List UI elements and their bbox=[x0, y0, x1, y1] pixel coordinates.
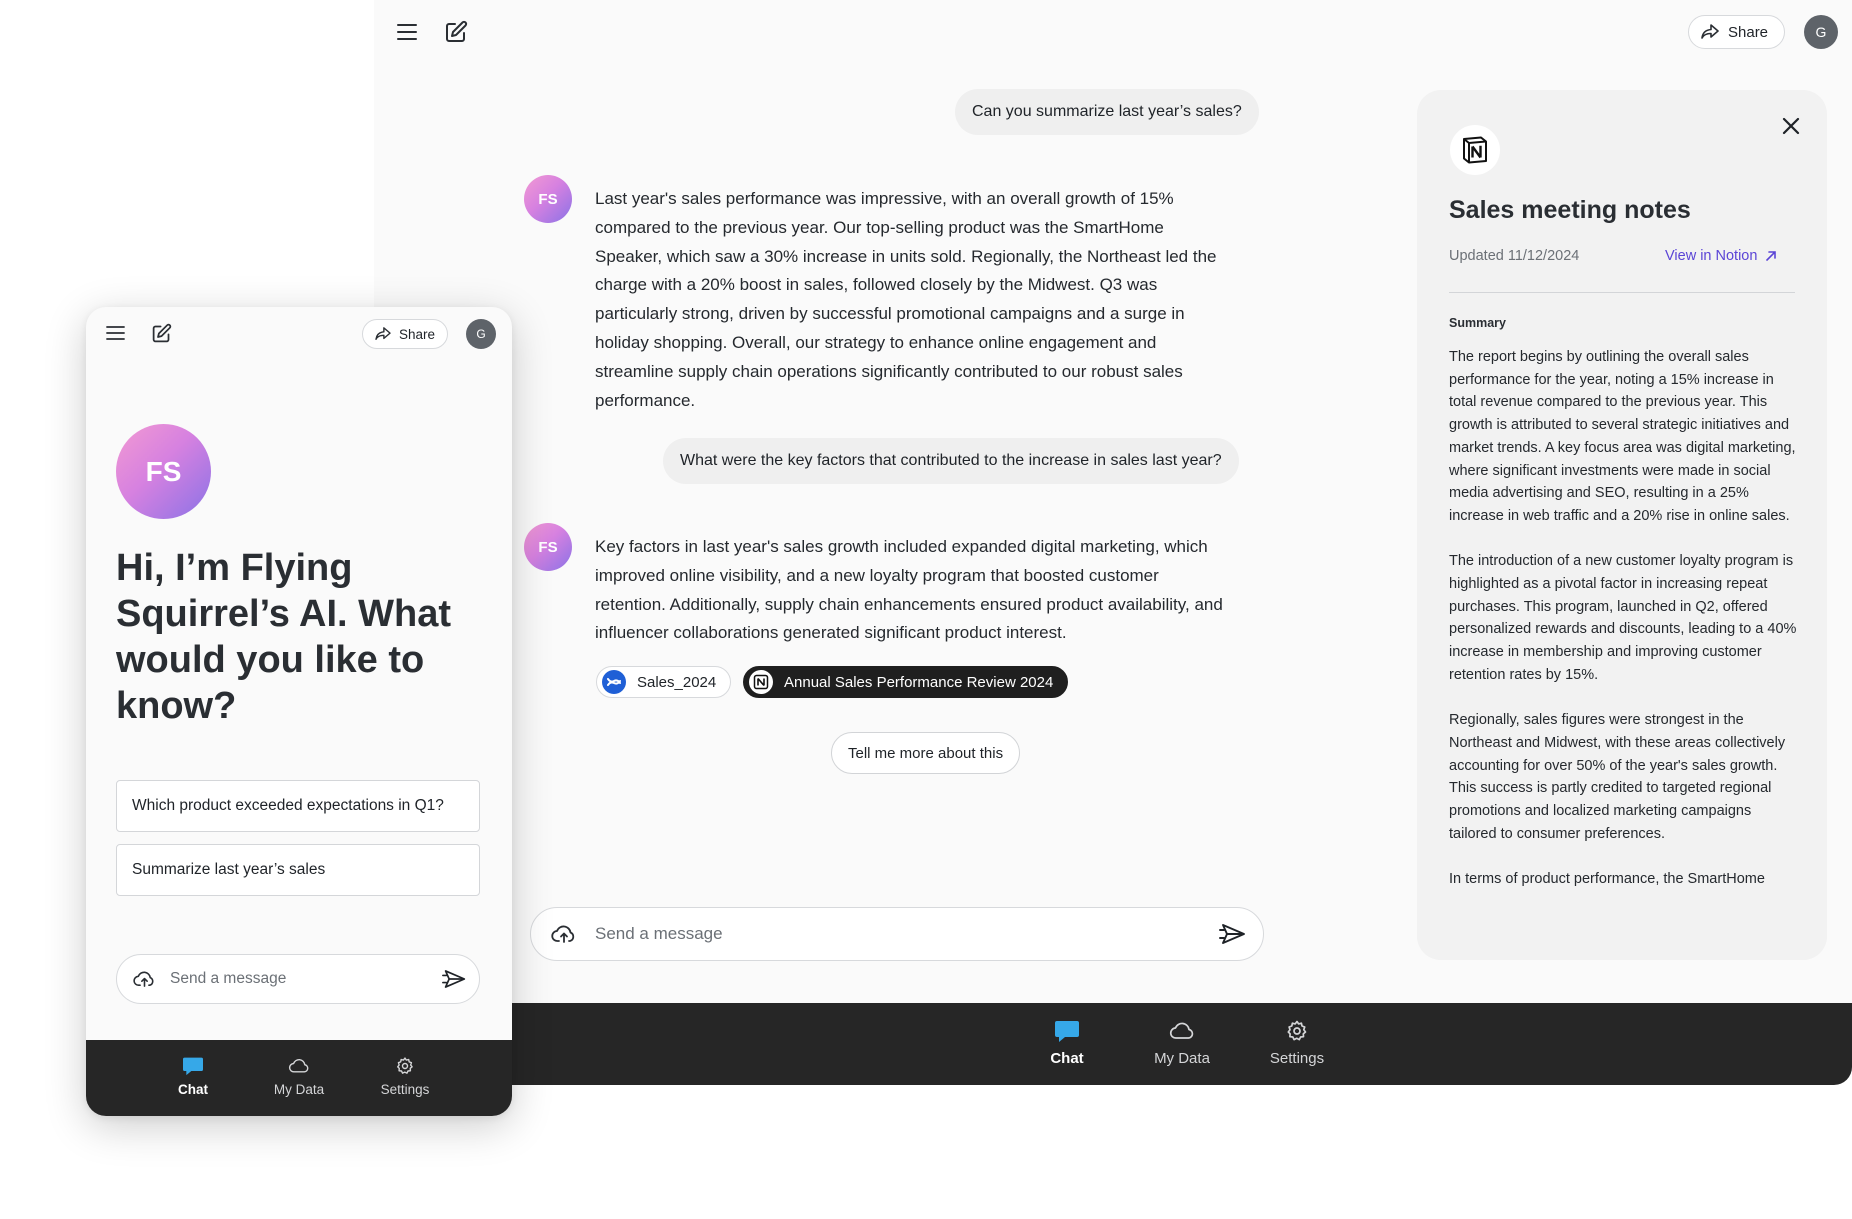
notes-updated-date: Updated 11/12/2024 bbox=[1449, 248, 1580, 264]
tab-chat[interactable]: Chat bbox=[156, 1056, 230, 1116]
send-icon[interactable] bbox=[442, 968, 467, 990]
compose-icon[interactable] bbox=[149, 321, 173, 345]
followup-suggestion-button[interactable]: Tell me more about this bbox=[831, 732, 1021, 774]
user-message: Can you summarize last year’s sales? bbox=[955, 89, 1259, 135]
external-link-icon bbox=[1766, 251, 1777, 261]
cloud-icon bbox=[1169, 1022, 1194, 1039]
confluence-icon bbox=[602, 670, 626, 694]
notes-paragraph: The introduction of a new customer loyal… bbox=[1449, 553, 1797, 683]
message-input[interactable] bbox=[170, 970, 442, 988]
message-composer bbox=[116, 954, 480, 1004]
tab-my-data[interactable]: My Data bbox=[262, 1056, 336, 1116]
bottom-tab-bar: Chat My Data Settings bbox=[86, 1040, 512, 1116]
ai-avatar: FS bbox=[524, 175, 572, 223]
chat-icon bbox=[1055, 1021, 1079, 1042]
user-message: What were the key factors that contribut… bbox=[663, 438, 1239, 484]
assistant-message: Key factors in last year's sales growth … bbox=[595, 537, 1223, 643]
hamburger-menu-icon[interactable] bbox=[394, 20, 420, 44]
compose-icon[interactable] bbox=[442, 18, 470, 46]
tab-my-data[interactable]: My Data bbox=[1145, 1019, 1220, 1085]
notes-panel: Sales meeting notes Updated 11/12/2024 V… bbox=[1417, 90, 1827, 960]
source-chip-annual-review[interactable]: Annual Sales Performance Review 2024 bbox=[743, 666, 1069, 698]
ai-avatar: FS bbox=[524, 523, 572, 571]
suggestion-button[interactable]: Which product exceeded expectations in Q… bbox=[116, 780, 480, 832]
user-avatar[interactable]: G bbox=[466, 319, 496, 349]
view-in-notion-link[interactable]: View in Notion bbox=[1665, 248, 1777, 264]
chat-icon bbox=[183, 1057, 203, 1076]
hamburger-menu-icon[interactable] bbox=[104, 323, 126, 343]
desktop-app: Share G Can you summarize last year’s sa… bbox=[374, 0, 1852, 1085]
user-avatar[interactable]: G bbox=[1804, 15, 1838, 49]
gear-icon bbox=[1287, 1020, 1307, 1041]
notes-paragraph: The report begins by outlining the overa… bbox=[1449, 349, 1796, 524]
tab-settings[interactable]: Settings bbox=[1260, 1019, 1335, 1085]
suggestion-button[interactable]: Summarize last year’s sales bbox=[116, 844, 480, 896]
tab-chat[interactable]: Chat bbox=[1030, 1019, 1105, 1085]
ai-avatar: FS bbox=[116, 424, 211, 519]
notes-paragraph: Regionally, sales figures were strongest… bbox=[1449, 712, 1786, 842]
cloud-upload-icon[interactable] bbox=[551, 923, 577, 945]
tab-settings[interactable]: Settings bbox=[368, 1056, 442, 1116]
desktop-header: Share G bbox=[374, 0, 1852, 64]
bottom-tab-bar: Chat My Data Settings bbox=[374, 1003, 1852, 1085]
cloud-upload-icon[interactable] bbox=[133, 969, 156, 989]
summary-heading: Summary bbox=[1449, 316, 1506, 330]
divider bbox=[1449, 292, 1795, 293]
mobile-app: Share G FS Hi, I’m Flying Squirrel’s AI.… bbox=[86, 307, 512, 1116]
share-icon bbox=[375, 327, 391, 340]
notes-paragraph: In terms of product performance, the Sma… bbox=[1449, 871, 1765, 888]
gear-icon bbox=[397, 1057, 413, 1074]
notion-icon bbox=[749, 670, 773, 694]
message-composer bbox=[530, 907, 1264, 961]
notion-icon bbox=[1450, 125, 1500, 175]
notes-title: Sales meeting notes bbox=[1449, 196, 1691, 224]
assistant-message: Last year's sales performance was impres… bbox=[595, 189, 1217, 410]
notes-body: The report begins by outlining the overa… bbox=[1449, 346, 1799, 914]
greeting-heading: Hi, I’m Flying Squirrel’s AI. What would… bbox=[116, 547, 452, 727]
fade-overlay bbox=[1417, 900, 1827, 960]
source-chip-sales-2024[interactable]: Sales_2024 bbox=[596, 666, 732, 698]
share-button[interactable]: Share bbox=[362, 319, 449, 349]
share-label: Share bbox=[1728, 23, 1769, 41]
cloud-icon bbox=[288, 1059, 309, 1073]
send-icon[interactable] bbox=[1219, 922, 1247, 946]
message-input[interactable] bbox=[595, 924, 1219, 944]
close-icon[interactable] bbox=[1777, 112, 1805, 140]
share-icon bbox=[1701, 24, 1719, 39]
share-button[interactable]: Share bbox=[1688, 15, 1786, 49]
